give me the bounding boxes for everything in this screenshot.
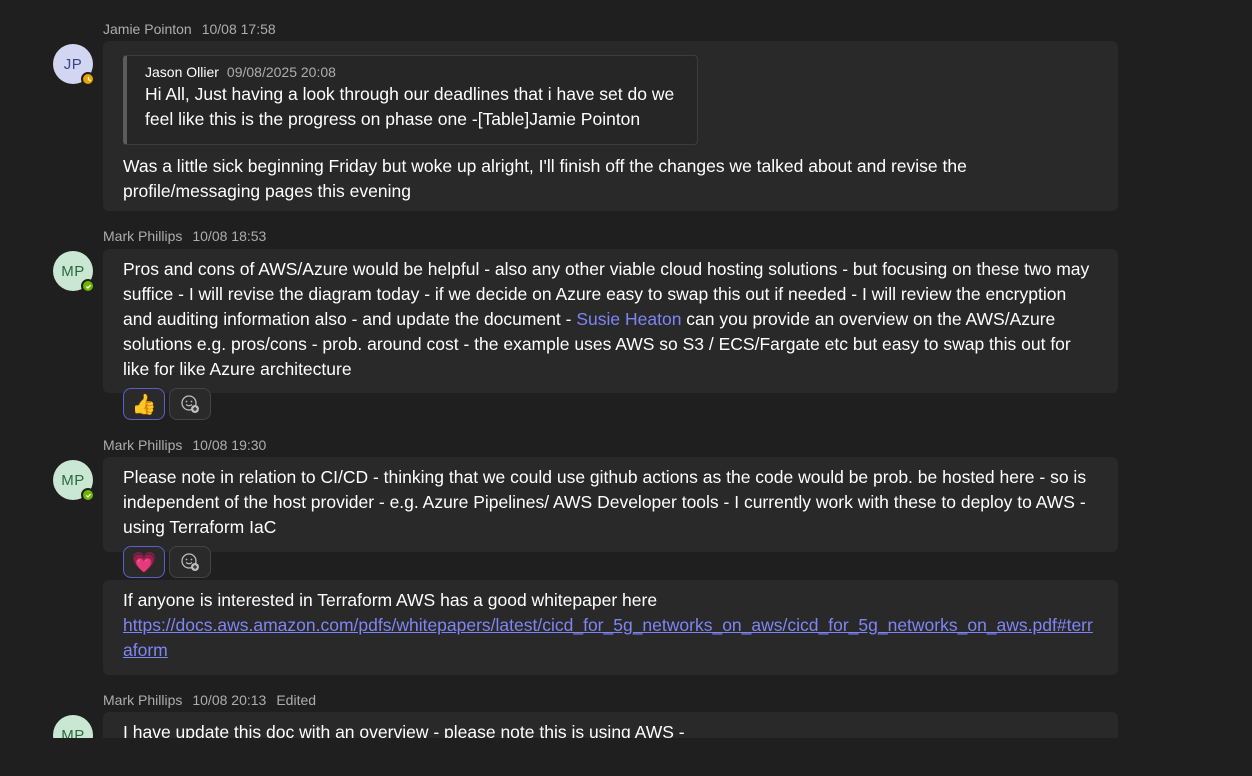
message-bubble[interactable]: Jason Ollier 09/08/2025 20:08 Hi All, Jus… — [103, 41, 1118, 211]
avatar-initials: MP — [61, 471, 85, 489]
timestamp: 10/08 19:30 — [192, 437, 267, 453]
avatar-initials: MP — [61, 726, 85, 739]
quote-author: Jason Ollier — [145, 64, 219, 80]
reactions-bar: 💗 — [123, 546, 211, 578]
add-emoji-icon — [181, 553, 199, 571]
mention-link[interactable]: Susie Heaton — [576, 309, 681, 329]
presence-available-icon — [81, 279, 95, 293]
quoted-reply[interactable]: Jason Ollier 09/08/2025 20:08 Hi All, Jus… — [123, 55, 698, 145]
message-bubble[interactable]: If anyone is interested in Terraform AWS… — [103, 580, 1118, 675]
timestamp: 10/08 17:58 — [201, 21, 276, 37]
quote-text: Hi All, Just having a look through our d… — [145, 84, 675, 129]
message-bubble[interactable]: I have update this doc with an overview … — [103, 712, 1118, 738]
whitepaper-link[interactable]: https://docs.aws.amazon.com/pdfs/whitepa… — [123, 613, 1098, 663]
author-name: Mark Phillips — [103, 228, 183, 244]
avatar[interactable]: JP — [53, 44, 95, 86]
message-bubble[interactable]: Pros and cons of AWS/Azure would be help… — [103, 249, 1118, 393]
avatar[interactable]: MP — [53, 460, 95, 502]
reaction-heart[interactable]: 💗 — [123, 546, 165, 578]
presence-away-icon — [81, 72, 95, 86]
message-header: Jamie Pointon 10/08 17:58 — [103, 21, 276, 37]
avatar[interactable]: MP — [53, 251, 95, 293]
message-text: Pros and cons of AWS/Azure would be help… — [123, 257, 1098, 382]
avatar-initials: JP — [63, 55, 83, 73]
message-text: I have update this doc with an overview … — [123, 722, 685, 738]
message-header: Mark Phillips 10/08 18:53 — [103, 228, 266, 244]
thumbs-up-icon: 👍 — [131, 393, 157, 416]
presence-available-icon — [81, 488, 95, 502]
chat-thread: Jamie Pointon 10/08 17:58 JP Jason Ollier… — [0, 0, 1252, 738]
message-bubble[interactable]: Please note in relation to CI/CD - think… — [103, 457, 1118, 552]
add-reaction-button[interactable] — [169, 388, 211, 420]
reactions-bar: 👍 — [123, 388, 211, 420]
message-text: Please note in relation to CI/CD - think… — [123, 467, 1087, 537]
message-text: If anyone is interested in Terraform AWS… — [123, 590, 658, 610]
message-text: Was a little sick beginning Friday but w… — [123, 156, 967, 201]
avatar[interactable]: MP — [53, 715, 93, 738]
add-reaction-button[interactable] — [169, 546, 211, 578]
timestamp: 10/08 20:13 — [192, 692, 267, 708]
avatar-initials: MP — [61, 262, 85, 280]
heart-icon: 💗 — [131, 551, 157, 574]
author-name: Mark Phillips — [103, 437, 183, 453]
timestamp: 10/08 18:53 — [192, 228, 267, 244]
author-name: Jamie Pointon — [103, 21, 192, 37]
edited-label: Edited — [276, 692, 317, 708]
message-header: Mark Phillips 10/08 20:13 Edited — [103, 692, 316, 708]
quote-timestamp: 09/08/2025 20:08 — [226, 64, 336, 80]
message-header: Mark Phillips 10/08 19:30 — [103, 437, 266, 453]
add-emoji-icon — [181, 395, 199, 413]
author-name: Mark Phillips — [103, 692, 183, 708]
reaction-thumbs-up[interactable]: 👍 — [123, 388, 165, 420]
